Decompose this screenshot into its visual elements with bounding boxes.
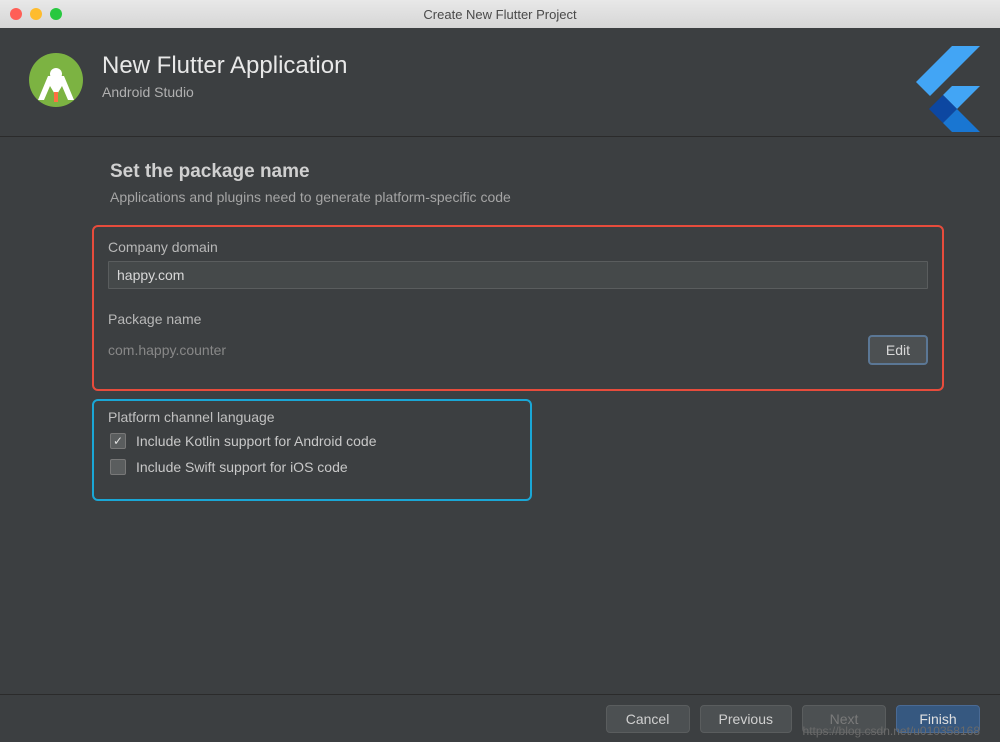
kotlin-checkbox-label: Include Kotlin support for Android code: [136, 433, 377, 449]
company-domain-input[interactable]: [108, 261, 928, 289]
titlebar: Create New Flutter Project: [0, 0, 1000, 28]
window-title: Create New Flutter Project: [423, 7, 576, 22]
watermark: https://blog.csdn.net/u010358168: [803, 724, 980, 738]
window-controls: [10, 8, 62, 20]
close-window-button[interactable]: [10, 8, 22, 20]
cancel-button[interactable]: Cancel: [606, 705, 690, 733]
kotlin-checkbox[interactable]: [110, 433, 126, 449]
flutter-logo-icon: [910, 46, 980, 137]
section-description: Applications and plugins need to generat…: [110, 189, 970, 205]
header: New Flutter Application Android Studio: [0, 28, 1000, 137]
kotlin-checkbox-row[interactable]: Include Kotlin support for Android code: [110, 433, 516, 449]
page-subtitle: Android Studio: [102, 84, 347, 100]
company-domain-label: Company domain: [108, 239, 928, 255]
edit-package-button[interactable]: Edit: [868, 335, 928, 365]
previous-button[interactable]: Previous: [700, 705, 792, 733]
maximize-window-button[interactable]: [50, 8, 62, 20]
package-name-label: Package name: [108, 311, 928, 327]
header-text: New Flutter Application Android Studio: [102, 52, 347, 100]
minimize-window-button[interactable]: [30, 8, 42, 20]
section-title: Set the package name: [110, 161, 970, 183]
swift-checkbox-row[interactable]: Include Swift support for iOS code: [110, 459, 516, 475]
platform-legend: Platform channel language: [108, 409, 516, 425]
package-config-group: Company domain Package name com.happy.co…: [92, 225, 944, 391]
android-studio-icon: [28, 52, 84, 108]
package-name-value: com.happy.counter: [108, 342, 226, 358]
content-area: Set the package name Applications and pl…: [0, 137, 1000, 525]
platform-language-group: Platform channel language Include Kotlin…: [92, 399, 532, 501]
swift-checkbox[interactable]: [110, 459, 126, 475]
swift-checkbox-label: Include Swift support for iOS code: [136, 459, 348, 475]
page-title: New Flutter Application: [102, 52, 347, 80]
